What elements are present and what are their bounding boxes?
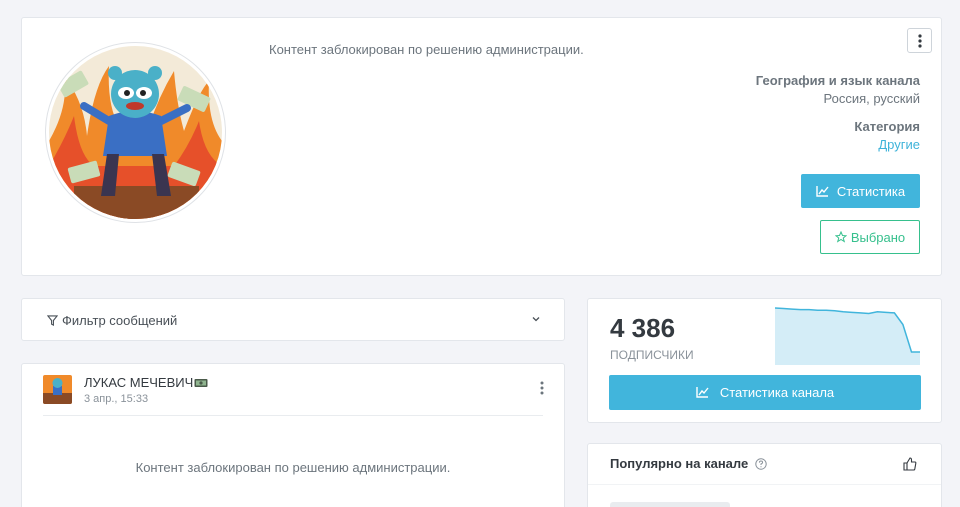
- geo-language-title: География и язык канала: [755, 73, 920, 88]
- category-block: Категория Другие: [854, 119, 920, 152]
- popular-divider: [588, 484, 941, 485]
- category-title: Категория: [854, 119, 920, 134]
- post-card: ЛУКАС МЕЧЕВИЧ 3 апр., 15:33 Контент забл…: [21, 363, 565, 507]
- favorite-button[interactable]: Выбрано: [820, 220, 920, 254]
- geo-language-value: Россия, русский: [823, 91, 920, 106]
- line-chart-icon: [696, 387, 709, 398]
- channel-menu-button[interactable]: [907, 28, 932, 53]
- popular-placeholder: [610, 502, 730, 507]
- channel-avatar: [45, 42, 226, 223]
- channel-avatar-image: [49, 46, 222, 219]
- thumbs-up-icon[interactable]: [903, 457, 917, 471]
- filter-icon: [47, 315, 58, 326]
- statistics-button[interactable]: Статистика: [801, 174, 920, 208]
- subscribers-sparkline: [775, 307, 920, 365]
- blocked-content-notice: Контент заблокирован по решению админист…: [269, 42, 584, 57]
- post-author[interactable]: ЛУКАС МЕЧЕВИЧ: [84, 375, 208, 390]
- kebab-vertical-icon: [917, 33, 922, 48]
- subscribers-label: подписчики: [610, 348, 694, 362]
- favorite-button-label: Выбрано: [850, 229, 906, 245]
- geo-language-block: География и язык канала Россия, русский: [756, 73, 920, 106]
- subscribers-sparkline-area: [775, 308, 920, 365]
- statistics-button-label: Статистика: [836, 183, 906, 199]
- popular-card: Популярно на канале: [587, 443, 942, 507]
- line-chart-icon: [816, 185, 829, 197]
- post-blocked-notice: Контент заблокирован по решению админист…: [135, 460, 451, 475]
- post-author-avatar[interactable]: [43, 375, 72, 404]
- message-filter-label: Фильтр сообщений: [62, 313, 178, 328]
- post-author-name: ЛУКАС МЕЧЕВИЧ: [84, 375, 194, 390]
- question-circle-icon[interactable]: [755, 457, 767, 470]
- popular-title: Популярно на канале: [610, 456, 767, 471]
- channel-header-card: Контент заблокирован по решению админист…: [21, 17, 942, 276]
- post-divider: [43, 415, 543, 416]
- popular-title-text: Популярно на канале: [610, 456, 749, 471]
- star-outline-icon: [834, 231, 847, 243]
- post-date: 3 апр., 15:33: [84, 393, 149, 405]
- channel-statistics-button[interactable]: Статистика канала: [609, 375, 921, 410]
- chevron-down-icon: [532, 317, 540, 322]
- money-emoji-icon: [194, 378, 208, 387]
- category-link[interactable]: Другие: [854, 137, 920, 152]
- message-filter-toggle[interactable]: Фильтр сообщений: [21, 298, 565, 341]
- subscribers-count: 4 386: [610, 313, 676, 343]
- message-filter: Фильтр сообщений: [47, 313, 177, 328]
- post-menu-icon[interactable]: [540, 381, 544, 395]
- channel-statistics-button-label: Статистика канала: [719, 385, 835, 400]
- subscribers-card: 4 386 подписчики Статистика канала: [587, 298, 942, 423]
